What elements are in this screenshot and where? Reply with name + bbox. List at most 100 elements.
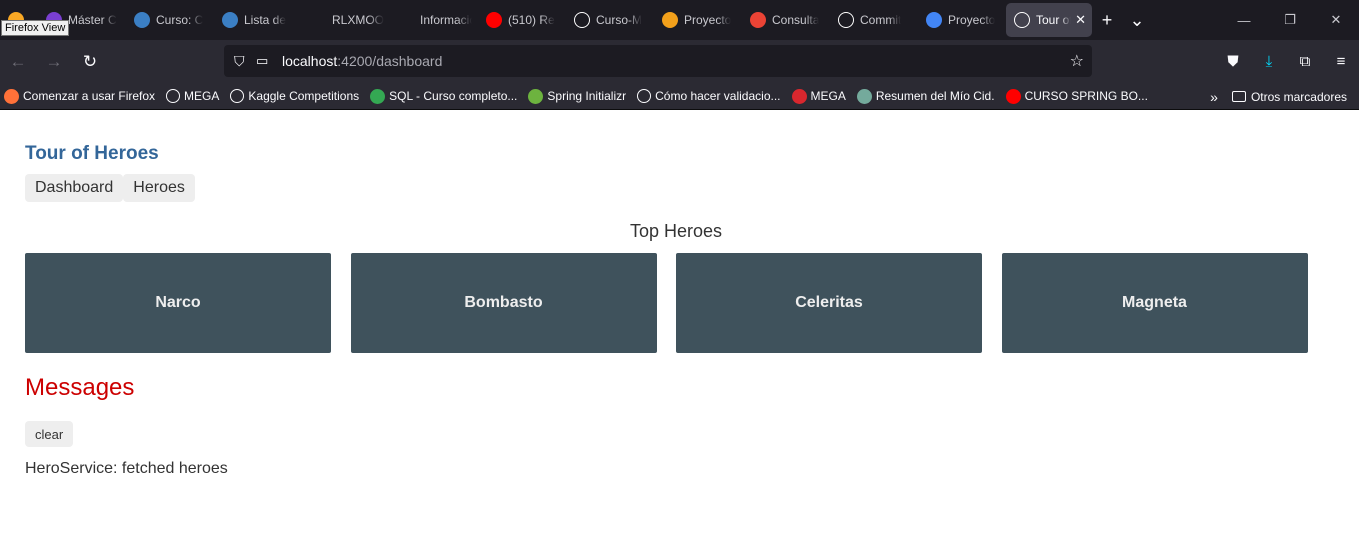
app-nav: Dashboard Heroes bbox=[25, 174, 195, 202]
bookmark-label: Kaggle Competitions bbox=[248, 89, 360, 103]
bookmark-label: Spring Initializr bbox=[547, 89, 627, 103]
restore-button[interactable]: ❐ bbox=[1267, 0, 1313, 40]
bookmark-star-icon[interactable]: ☆ bbox=[1070, 51, 1084, 71]
tab-label: Consulta bbox=[772, 13, 820, 27]
tab[interactable]: Curso-M bbox=[566, 3, 654, 37]
github-icon bbox=[574, 12, 590, 28]
tab-label: (510) Re bbox=[508, 13, 555, 27]
tab[interactable]: Curso: C bbox=[126, 3, 214, 37]
minimize-button[interactable]: — bbox=[1221, 0, 1267, 40]
bookmark-item[interactable]: Resumen del Mío Cid. bbox=[856, 88, 995, 104]
tab[interactable]: (510) Re bbox=[478, 3, 566, 37]
top-heroes-title: Top Heroes bbox=[629, 221, 723, 241]
page-info-icon[interactable]: ▭ bbox=[256, 53, 282, 69]
tab[interactable]: Commit bbox=[830, 3, 918, 37]
nav-heroes-link[interactable]: Heroes bbox=[123, 174, 195, 202]
list-all-tabs-button[interactable]: ⌄ bbox=[1122, 5, 1152, 35]
close-tab-icon[interactable]: ✕ bbox=[1075, 12, 1086, 28]
folder-icon bbox=[1231, 91, 1246, 102]
bookmark-item[interactable]: Kaggle Competitions bbox=[230, 89, 359, 103]
tab-label: Commit bbox=[860, 13, 902, 27]
toolbar-right: ⛊ ⤓ ⧉ ≡ bbox=[1215, 40, 1359, 83]
tracking-protection-icon[interactable]: ⛉ bbox=[234, 53, 256, 70]
url-path: :4200/dashboard bbox=[337, 53, 443, 69]
youtube-icon bbox=[1005, 88, 1021, 104]
bookmark-item[interactable]: SQL - Curso completo... bbox=[370, 88, 518, 104]
nav-dashboard-link[interactable]: Dashboard bbox=[25, 174, 124, 202]
tab-label: Lista de bbox=[244, 13, 287, 27]
blank-tab-icon bbox=[398, 12, 414, 28]
docs-icon bbox=[926, 12, 942, 28]
tab-label: Curso-M bbox=[596, 13, 643, 27]
bookmark-label: Comenzar a usar Firefox bbox=[23, 89, 156, 103]
tab-label: Proyecto bbox=[684, 13, 732, 27]
hero-card-celeritas[interactable]: Celeritas bbox=[676, 253, 982, 353]
tab[interactable]: Proyecto bbox=[654, 3, 742, 37]
clear-button[interactable]: clear bbox=[25, 421, 74, 447]
hero-card-magneta[interactable]: Magneta bbox=[1001, 253, 1308, 353]
globe-icon bbox=[230, 89, 245, 103]
bookmarks-right: » Otros marcadores bbox=[1210, 83, 1347, 110]
bookmark-label: SQL - Curso completo... bbox=[389, 89, 518, 103]
chatgpt-icon bbox=[856, 88, 872, 104]
at-sign-icon bbox=[134, 12, 150, 28]
bookmark-item[interactable]: MEGA bbox=[791, 88, 846, 104]
tab[interactable]: Proyecto bbox=[918, 3, 1006, 37]
youtube-icon bbox=[486, 12, 502, 28]
infinity-icon bbox=[662, 12, 678, 28]
globe-icon bbox=[637, 89, 652, 103]
github-icon bbox=[838, 12, 854, 28]
at-sign-icon bbox=[222, 12, 238, 28]
gmail-icon bbox=[750, 12, 766, 28]
firefox-icon bbox=[4, 88, 19, 104]
bookmark-label: Cómo hacer validacio... bbox=[655, 89, 781, 103]
other-bookmarks[interactable]: Otros marcadores bbox=[1251, 90, 1347, 104]
downloads-icon[interactable]: ⤓ bbox=[1251, 53, 1287, 70]
mega-icon bbox=[791, 88, 807, 104]
hero-grid: Narco Bombasto Celeritas Magneta bbox=[25, 253, 1308, 353]
bookmark-label: MEGA bbox=[810, 89, 846, 103]
tab[interactable]: Lista de bbox=[214, 3, 302, 37]
tab[interactable]: Información bbox=[390, 3, 478, 37]
pocket-icon[interactable]: ⛊ bbox=[1215, 53, 1251, 70]
tab[interactable]: RLXMOOC bbox=[302, 3, 390, 37]
app-title: Tour of Heroes bbox=[25, 143, 159, 164]
url-bar[interactable]: ⛉ ▭ localhost:4200/dashboard ☆ bbox=[224, 45, 1092, 77]
google-drive-icon bbox=[370, 88, 386, 104]
hero-card-narco[interactable]: Narco bbox=[25, 253, 331, 353]
globe-icon bbox=[166, 89, 181, 103]
tab-bar: Máster C Curso: C Lista de RLXMOOC Informaci… bbox=[0, 0, 1359, 40]
tooltip: Firefox View bbox=[1, 20, 70, 36]
bookmark-item[interactable]: CURSO SPRING BO... bbox=[1005, 88, 1148, 104]
bookmark-item[interactable]: Spring Initializr bbox=[528, 88, 627, 104]
reload-button[interactable]: ↻ bbox=[72, 46, 108, 78]
spring-icon bbox=[528, 88, 544, 104]
tab-label: Máster C bbox=[68, 13, 117, 27]
tab-label: Curso: C bbox=[156, 13, 204, 27]
bookmarks-list: Comenzar a usar Firefox MEGA Kaggle Compet… bbox=[4, 88, 1159, 104]
close-window-button[interactable]: ✕ bbox=[1313, 0, 1359, 40]
tab-active[interactable]: Tour of ✕ bbox=[1006, 3, 1092, 37]
extensions-icon[interactable]: ⧉ bbox=[1287, 53, 1323, 70]
bookmark-label: CURSO SPRING BO... bbox=[1024, 89, 1148, 103]
new-tab-button[interactable]: + bbox=[1092, 5, 1122, 35]
tab-label: Información bbox=[420, 13, 472, 27]
bookmark-item[interactable]: Comenzar a usar Firefox bbox=[4, 88, 156, 104]
menu-icon[interactable]: ≡ bbox=[1323, 53, 1359, 70]
tab[interactable]: Consulta bbox=[742, 3, 830, 37]
hero-card-bombasto[interactable]: Bombasto bbox=[350, 253, 657, 353]
back-button[interactable]: ← bbox=[0, 46, 36, 78]
bookmark-item[interactable]: MEGA bbox=[166, 89, 219, 103]
more-bookmarks-chevron-icon[interactable]: » bbox=[1210, 89, 1218, 105]
nav-toolbar: ← → ↻ ⛉ ▭ localhost:4200/dashboard ☆ ⛊ ⤓… bbox=[0, 40, 1359, 83]
url-host: localhost bbox=[282, 53, 338, 69]
window-controls: — ❐ ✕ bbox=[1221, 0, 1359, 40]
forward-button[interactable]: → bbox=[36, 46, 72, 78]
message-item: HeroService: fetched heroes bbox=[25, 460, 228, 477]
angular-icon bbox=[1014, 12, 1030, 28]
bookmark-item[interactable]: Cómo hacer validacio... bbox=[637, 89, 781, 103]
bookmark-label: Resumen del Mío Cid. bbox=[875, 89, 995, 103]
tab-label: Proyecto bbox=[948, 13, 996, 27]
bookmark-label: MEGA bbox=[184, 89, 220, 103]
messages-title: Messages bbox=[25, 374, 135, 401]
